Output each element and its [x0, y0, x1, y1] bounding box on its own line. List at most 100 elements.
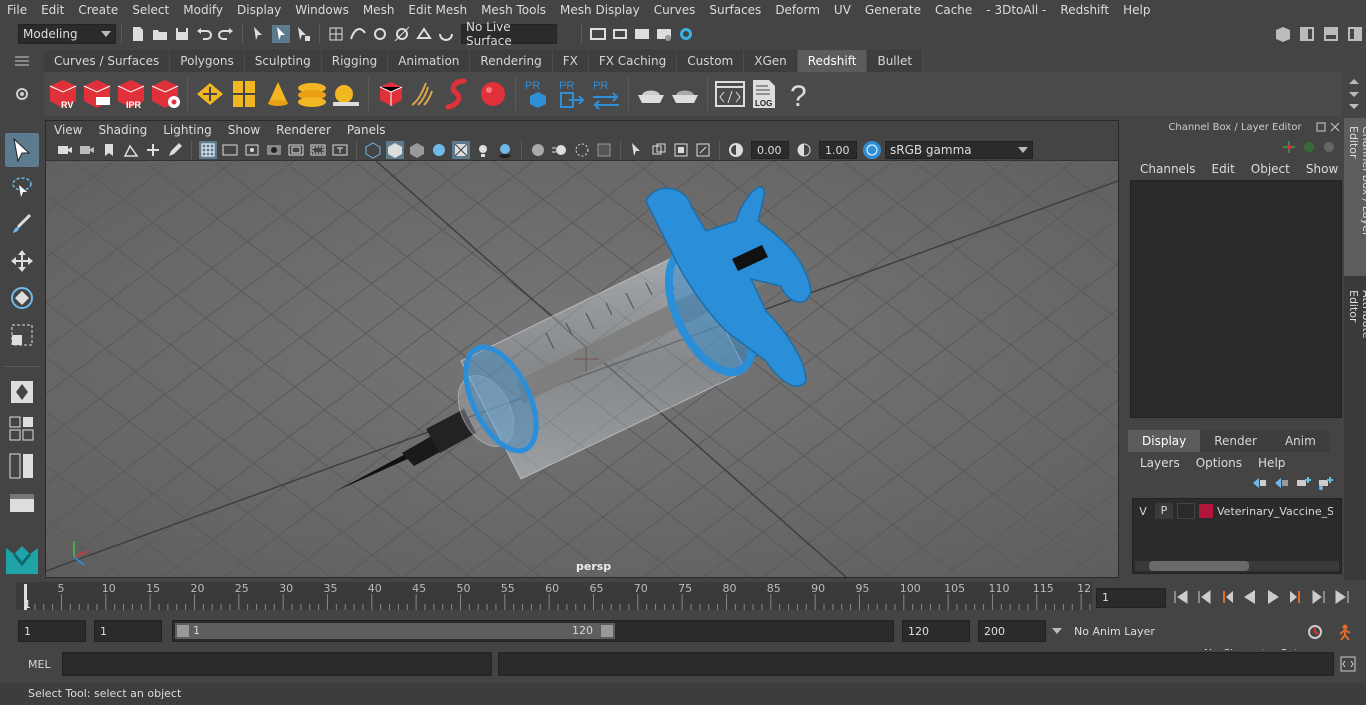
log-icon[interactable]: LOG — [747, 77, 781, 111]
redshift-render-view-icon[interactable]: RV — [46, 77, 80, 111]
default-material-icon[interactable] — [408, 141, 426, 159]
shelf-tab-polygons[interactable]: Polygons — [170, 50, 245, 72]
render-view-icon[interactable] — [589, 25, 607, 43]
viewport-menu-view[interactable]: View — [46, 123, 90, 137]
safe-title-icon[interactable] — [331, 141, 349, 159]
step-forward-key-icon[interactable] — [1310, 588, 1328, 606]
play-forwards-icon[interactable] — [1264, 588, 1282, 606]
xray-joints-icon[interactable] — [650, 141, 668, 159]
range-slider-handle[interactable]: 1 120 — [175, 623, 615, 639]
xray-icon[interactable] — [452, 140, 470, 159]
frame-all-icon[interactable] — [694, 141, 712, 159]
menu-surfaces[interactable]: Surfaces — [702, 3, 768, 17]
layer-type-toggle[interactable] — [1177, 503, 1195, 519]
layer-scrollbar[interactable] — [1135, 561, 1339, 571]
layout-quad-button[interactable] — [5, 412, 39, 446]
go-to-end-icon[interactable] — [1333, 588, 1351, 606]
snap-view-plane-icon[interactable] — [393, 25, 411, 43]
select-tool[interactable] — [5, 133, 39, 167]
gear-icon[interactable] — [15, 87, 29, 101]
redshift-volume-icon[interactable] — [442, 77, 476, 111]
menu-edit[interactable]: Edit — [34, 3, 71, 17]
animation-start-field[interactable]: 1 — [18, 620, 86, 642]
bookmark-icon[interactable] — [100, 141, 118, 159]
viewport-menu-show[interactable]: Show — [220, 123, 268, 137]
safe-action-icon[interactable] — [309, 141, 327, 159]
wireframe-on-shaded-icon[interactable] — [430, 141, 448, 159]
menu-generate[interactable]: Generate — [858, 3, 928, 17]
layer-menu-options[interactable]: Options — [1188, 456, 1250, 470]
animation-end-field[interactable]: 200 — [978, 620, 1046, 642]
redshift-ipr-icon[interactable]: IPR — [114, 77, 148, 111]
save-scene-icon[interactable] — [173, 25, 191, 43]
menu-uv[interactable]: UV — [827, 3, 858, 17]
exposure-icon[interactable] — [727, 141, 745, 159]
new-scene-icon[interactable] — [129, 25, 147, 43]
layer-name[interactable]: Veterinary_Vaccine_Syr — [1217, 505, 1333, 518]
shelf-tab-xgen[interactable]: XGen — [744, 50, 798, 72]
scale-tool[interactable] — [5, 318, 39, 352]
step-back-frame-icon[interactable] — [1218, 588, 1236, 606]
exposure-field[interactable]: 0.00 — [751, 140, 789, 159]
step-forward-frame-icon[interactable] — [1287, 588, 1305, 606]
channel-box-menu-edit[interactable]: Edit — [1204, 162, 1243, 176]
xray-active-icon[interactable] — [672, 141, 690, 159]
tab-attribute-editor[interactable]: Attribute Editor — [1344, 282, 1366, 382]
help-icon[interactable]: ? — [781, 77, 815, 111]
hyper-toggle-icon[interactable] — [1322, 140, 1336, 154]
redshift-grid-icon[interactable] — [227, 77, 261, 111]
menu-mesh-tools[interactable]: Mesh Tools — [474, 3, 553, 17]
shadows-icon[interactable] — [496, 141, 514, 159]
tab-channel-box[interactable]: Channel Box / Layer Editor — [1344, 118, 1366, 276]
shelf-tab-sculpting[interactable]: Sculpting — [244, 50, 322, 72]
anim-layer-dropdown[interactable]: No Anim Layer — [1050, 620, 1174, 642]
new-layer-icon[interactable] — [1295, 476, 1311, 490]
shelf-tab-bullet[interactable]: Bullet — [867, 50, 924, 72]
tab-display[interactable]: Display — [1128, 430, 1201, 452]
menu-display[interactable]: Display — [230, 3, 288, 17]
snap-grid-icon[interactable] — [327, 25, 345, 43]
wireframe-icon[interactable] — [364, 141, 382, 159]
render-frame-icon[interactable] — [611, 25, 629, 43]
resolution-gate-icon[interactable] — [243, 141, 261, 159]
shelf-tab-custom[interactable]: Custom — [677, 50, 745, 72]
menu-cache[interactable]: Cache — [928, 3, 979, 17]
menu-modify[interactable]: Modify — [176, 3, 230, 17]
redshift-stack-icon[interactable] — [295, 77, 329, 111]
smooth-shade-icon[interactable] — [386, 140, 404, 159]
scene-canvas[interactable]: persp — [46, 161, 1118, 577]
new-layer-selected-icon[interactable] — [1317, 476, 1333, 490]
anti-aliasing-icon[interactable] — [573, 141, 591, 159]
gamma-field[interactable]: 1.00 — [819, 140, 857, 159]
auto-key-icon[interactable] — [1306, 623, 1324, 641]
ipr-render-icon[interactable] — [633, 25, 651, 43]
shelf-settings[interactable] — [0, 72, 44, 116]
layout-split-button[interactable] — [5, 449, 39, 483]
manipulator-toggle-icon[interactable] — [1282, 140, 1296, 154]
show-manipulator-tool[interactable] — [5, 375, 39, 409]
redshift-settings-icon[interactable] — [148, 77, 182, 111]
motion-blur-icon[interactable] — [551, 141, 569, 159]
live-surface-field[interactable]: No Live Surface — [461, 20, 557, 48]
viewport-menu-lighting[interactable]: Lighting — [155, 123, 220, 137]
gate-mask-icon[interactable] — [265, 141, 283, 159]
menu-create[interactable]: Create — [71, 3, 125, 17]
snap-surface-icon[interactable] — [415, 25, 433, 43]
menu-select[interactable]: Select — [125, 3, 176, 17]
snap-point-icon[interactable] — [371, 25, 389, 43]
shelf-scroll[interactable] — [1344, 74, 1364, 114]
script-editor-icon[interactable] — [1340, 656, 1356, 672]
redshift-cone-light-icon[interactable] — [261, 77, 295, 111]
layer-color-swatch[interactable] — [1199, 504, 1213, 518]
hypershade-icon[interactable] — [677, 25, 695, 43]
play-backwards-icon[interactable] — [1241, 588, 1259, 606]
snap-curve-icon[interactable] — [349, 25, 367, 43]
time-slider[interactable]: 5 10 15 20 25 30 35 40 45 50 55 60 65 70 75 80 85 90 95 100… — [0, 580, 1366, 616]
scrollbar-thumb[interactable] — [1149, 561, 1249, 571]
time-ruler[interactable]: 5 10 15 20 25 30 35 40 45 50 55 60 65 70 75 80 85 90 95 100… — [16, 580, 1116, 616]
viewport-menu-renderer[interactable]: Renderer — [268, 123, 339, 137]
redshift-sphere-icon[interactable] — [476, 77, 510, 111]
grid-toggle-icon[interactable] — [199, 140, 217, 159]
menu-3dtoall[interactable]: - 3DtoAll - — [979, 3, 1053, 17]
grease-pencil-icon[interactable] — [166, 141, 184, 159]
